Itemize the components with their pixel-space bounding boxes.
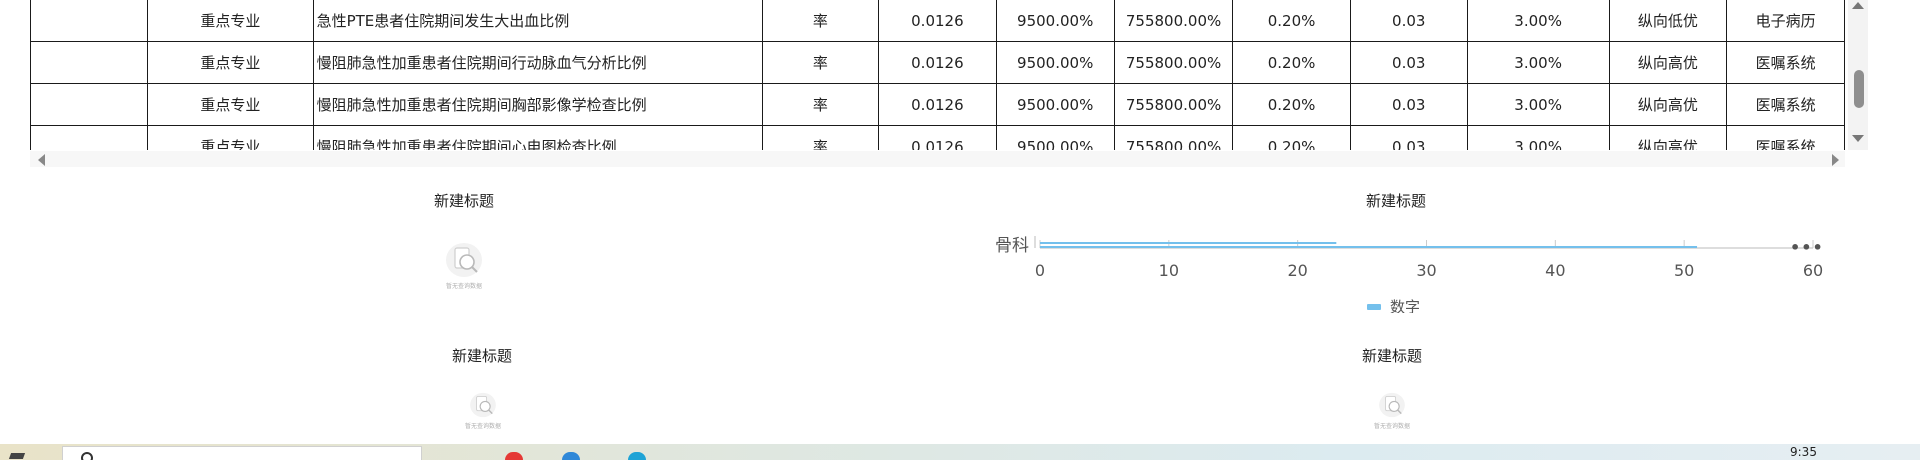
table-vertical-scrollbar[interactable] xyxy=(1848,0,1868,150)
table-row[interactable]: 重点专业 慢阻肺急性加重患者住院期间胸部影像学检查比例 率 0.0126 950… xyxy=(30,83,1845,126)
x-tick-label: 60 xyxy=(1803,261,1823,280)
cell-value-3: 755800.00% xyxy=(1113,41,1234,84)
x-tick-label: 30 xyxy=(1416,261,1436,280)
legend-label: 数字 xyxy=(1390,298,1420,313)
bar-chart-svg: 0 10 20 30 40 50 60 骨科数字 xyxy=(995,236,1823,313)
cell-source: 医嘱系统 xyxy=(1726,125,1845,150)
x-tick-label: 20 xyxy=(1287,261,1307,280)
cell-category: 重点专业 xyxy=(147,125,314,150)
cell-type: 率 xyxy=(761,0,880,42)
cell-value-6: 3.00% xyxy=(1466,125,1610,150)
cell-blank xyxy=(30,83,149,126)
cell-source: 电子病历 xyxy=(1726,0,1845,42)
table-row[interactable]: 重点专业 慢阻肺急性加重患者住院期间心电图检查比例 率 0.0126 9500.… xyxy=(30,125,1845,150)
top-left-widget-title: 新建标题 xyxy=(433,192,494,210)
legend-swatch xyxy=(1367,304,1381,310)
cell-indicator-name: 急性PTE患者住院期间发生大出血比例 xyxy=(312,0,763,42)
top-right-widget-title: 新建标题 xyxy=(1365,192,1426,210)
no-data-label: 暂无查询数据 xyxy=(1373,423,1410,430)
no-data-label: 暂无查询数据 xyxy=(464,423,501,430)
cell-indicator-name: 慢阻肺急性加重患者住院期间心电图检查比例 xyxy=(312,125,763,150)
indicator-table-viewport: 重点专业 急性PTE患者住院期间发生大出血比例 率 0.0126 9500.00… xyxy=(30,0,1845,150)
taskbar-search-box[interactable] xyxy=(62,446,422,460)
app-icon-blue[interactable] xyxy=(562,452,580,460)
no-data-icon xyxy=(470,392,496,418)
no-data-label: 暂无查询数据 xyxy=(445,283,482,290)
app-icon-cyan[interactable] xyxy=(628,452,646,460)
cell-type: 率 xyxy=(761,83,880,126)
y-category-label: 骨科 xyxy=(995,236,1029,256)
cell-blank xyxy=(30,0,149,42)
cell-value-4: 0.20% xyxy=(1232,125,1351,150)
bottom-left-widget-title: 新建标题 xyxy=(451,347,512,365)
no-data-icon xyxy=(1379,392,1405,418)
cell-source: 医嘱系统 xyxy=(1726,83,1845,126)
cell-category: 重点专业 xyxy=(147,41,314,84)
table-row[interactable]: 重点专业 急性PTE患者住院期间发生大出血比例 率 0.0126 9500.00… xyxy=(30,0,1845,42)
scroll-up-arrow-icon[interactable] xyxy=(1852,2,1864,9)
scroll-left-arrow-icon[interactable] xyxy=(38,154,45,166)
cell-value-1: 0.0126 xyxy=(878,0,997,42)
bar-chart: 0 10 20 30 40 50 60 骨科数字 xyxy=(980,228,1850,313)
start-menu-icon[interactable] xyxy=(8,453,26,459)
cell-indicator-name: 慢阻肺急性加重患者住院期间行动脉血气分析比例 xyxy=(312,41,763,84)
cell-value-2: 9500.00% xyxy=(995,0,1115,42)
more-options-icon[interactable]: ••• xyxy=(1790,238,1824,257)
table-horizontal-scrollbar[interactable] xyxy=(30,151,1845,167)
os-taskbar: 9:35 xyxy=(0,444,1920,460)
cell-direction: 纵向高优 xyxy=(1608,41,1728,84)
x-tick-label: 40 xyxy=(1545,261,1565,280)
cell-direction: 纵向低优 xyxy=(1608,0,1728,42)
app-icon-red[interactable] xyxy=(505,452,523,460)
cell-value-4: 0.20% xyxy=(1232,41,1351,84)
cell-value-2: 9500.00% xyxy=(995,41,1115,84)
cell-category: 重点专业 xyxy=(147,83,314,126)
cell-category: 重点专业 xyxy=(147,0,314,42)
cell-source: 医嘱系统 xyxy=(1726,41,1845,84)
cell-value-6: 3.00% xyxy=(1466,41,1610,84)
cell-value-2: 9500.00% xyxy=(995,125,1115,150)
no-data-icon xyxy=(446,243,482,277)
cell-value-4: 0.20% xyxy=(1232,83,1351,126)
cell-value-4: 0.20% xyxy=(1232,0,1351,42)
cell-blank xyxy=(30,125,149,150)
cell-value-3: 755800.00% xyxy=(1113,83,1234,126)
table-body: 重点专业 急性PTE患者住院期间发生大出血比例 率 0.0126 9500.00… xyxy=(30,0,1845,150)
bottom-left-no-data: 暂无查询数据 xyxy=(458,390,508,430)
table-row[interactable]: 重点专业 慢阻肺急性加重患者住院期间行动脉血气分析比例 率 0.0126 950… xyxy=(30,41,1845,84)
taskbar-clock[interactable]: 9:35 xyxy=(1790,445,1817,459)
cell-value-5: 0.03 xyxy=(1349,83,1468,126)
cell-blank xyxy=(30,41,149,84)
indicator-table: 重点专业 急性PTE患者住院期间发生大出血比例 率 0.0126 9500.00… xyxy=(30,0,1845,150)
cell-value-5: 0.03 xyxy=(1349,41,1468,84)
cell-indicator-name: 慢阻肺急性加重患者住院期间胸部影像学检查比例 xyxy=(312,83,763,126)
top-left-no-data: 暂无查询数据 xyxy=(428,240,500,290)
cell-value-2: 9500.00% xyxy=(995,83,1115,126)
cell-value-1: 0.0126 xyxy=(878,83,997,126)
scroll-right-arrow-icon[interactable] xyxy=(1832,154,1839,166)
scrollbar-thumb[interactable] xyxy=(1854,70,1864,108)
scroll-down-arrow-icon[interactable] xyxy=(1852,135,1864,142)
x-tick-label: 50 xyxy=(1674,261,1694,280)
cell-value-6: 3.00% xyxy=(1466,83,1610,126)
x-tick-label: 0 xyxy=(1035,261,1045,280)
cell-type: 率 xyxy=(761,41,880,84)
cell-direction: 纵向高优 xyxy=(1608,125,1728,150)
cell-value-1: 0.0126 xyxy=(878,125,997,150)
bottom-right-widget-title: 新建标题 xyxy=(1361,347,1422,365)
cell-direction: 纵向高优 xyxy=(1608,83,1728,126)
cell-value-1: 0.0126 xyxy=(878,41,997,84)
cell-type: 率 xyxy=(761,125,880,150)
bar xyxy=(1040,242,1337,244)
cell-value-5: 0.03 xyxy=(1349,125,1468,150)
cell-value-3: 755800.00% xyxy=(1113,0,1234,42)
cell-value-6: 3.00% xyxy=(1466,0,1610,42)
bottom-right-no-data: 暂无查询数据 xyxy=(1367,390,1417,430)
cell-value-3: 755800.00% xyxy=(1113,125,1234,150)
search-icon xyxy=(81,452,93,460)
cell-value-5: 0.03 xyxy=(1349,0,1468,42)
bar xyxy=(1040,246,1698,248)
x-tick-label: 10 xyxy=(1159,261,1179,280)
